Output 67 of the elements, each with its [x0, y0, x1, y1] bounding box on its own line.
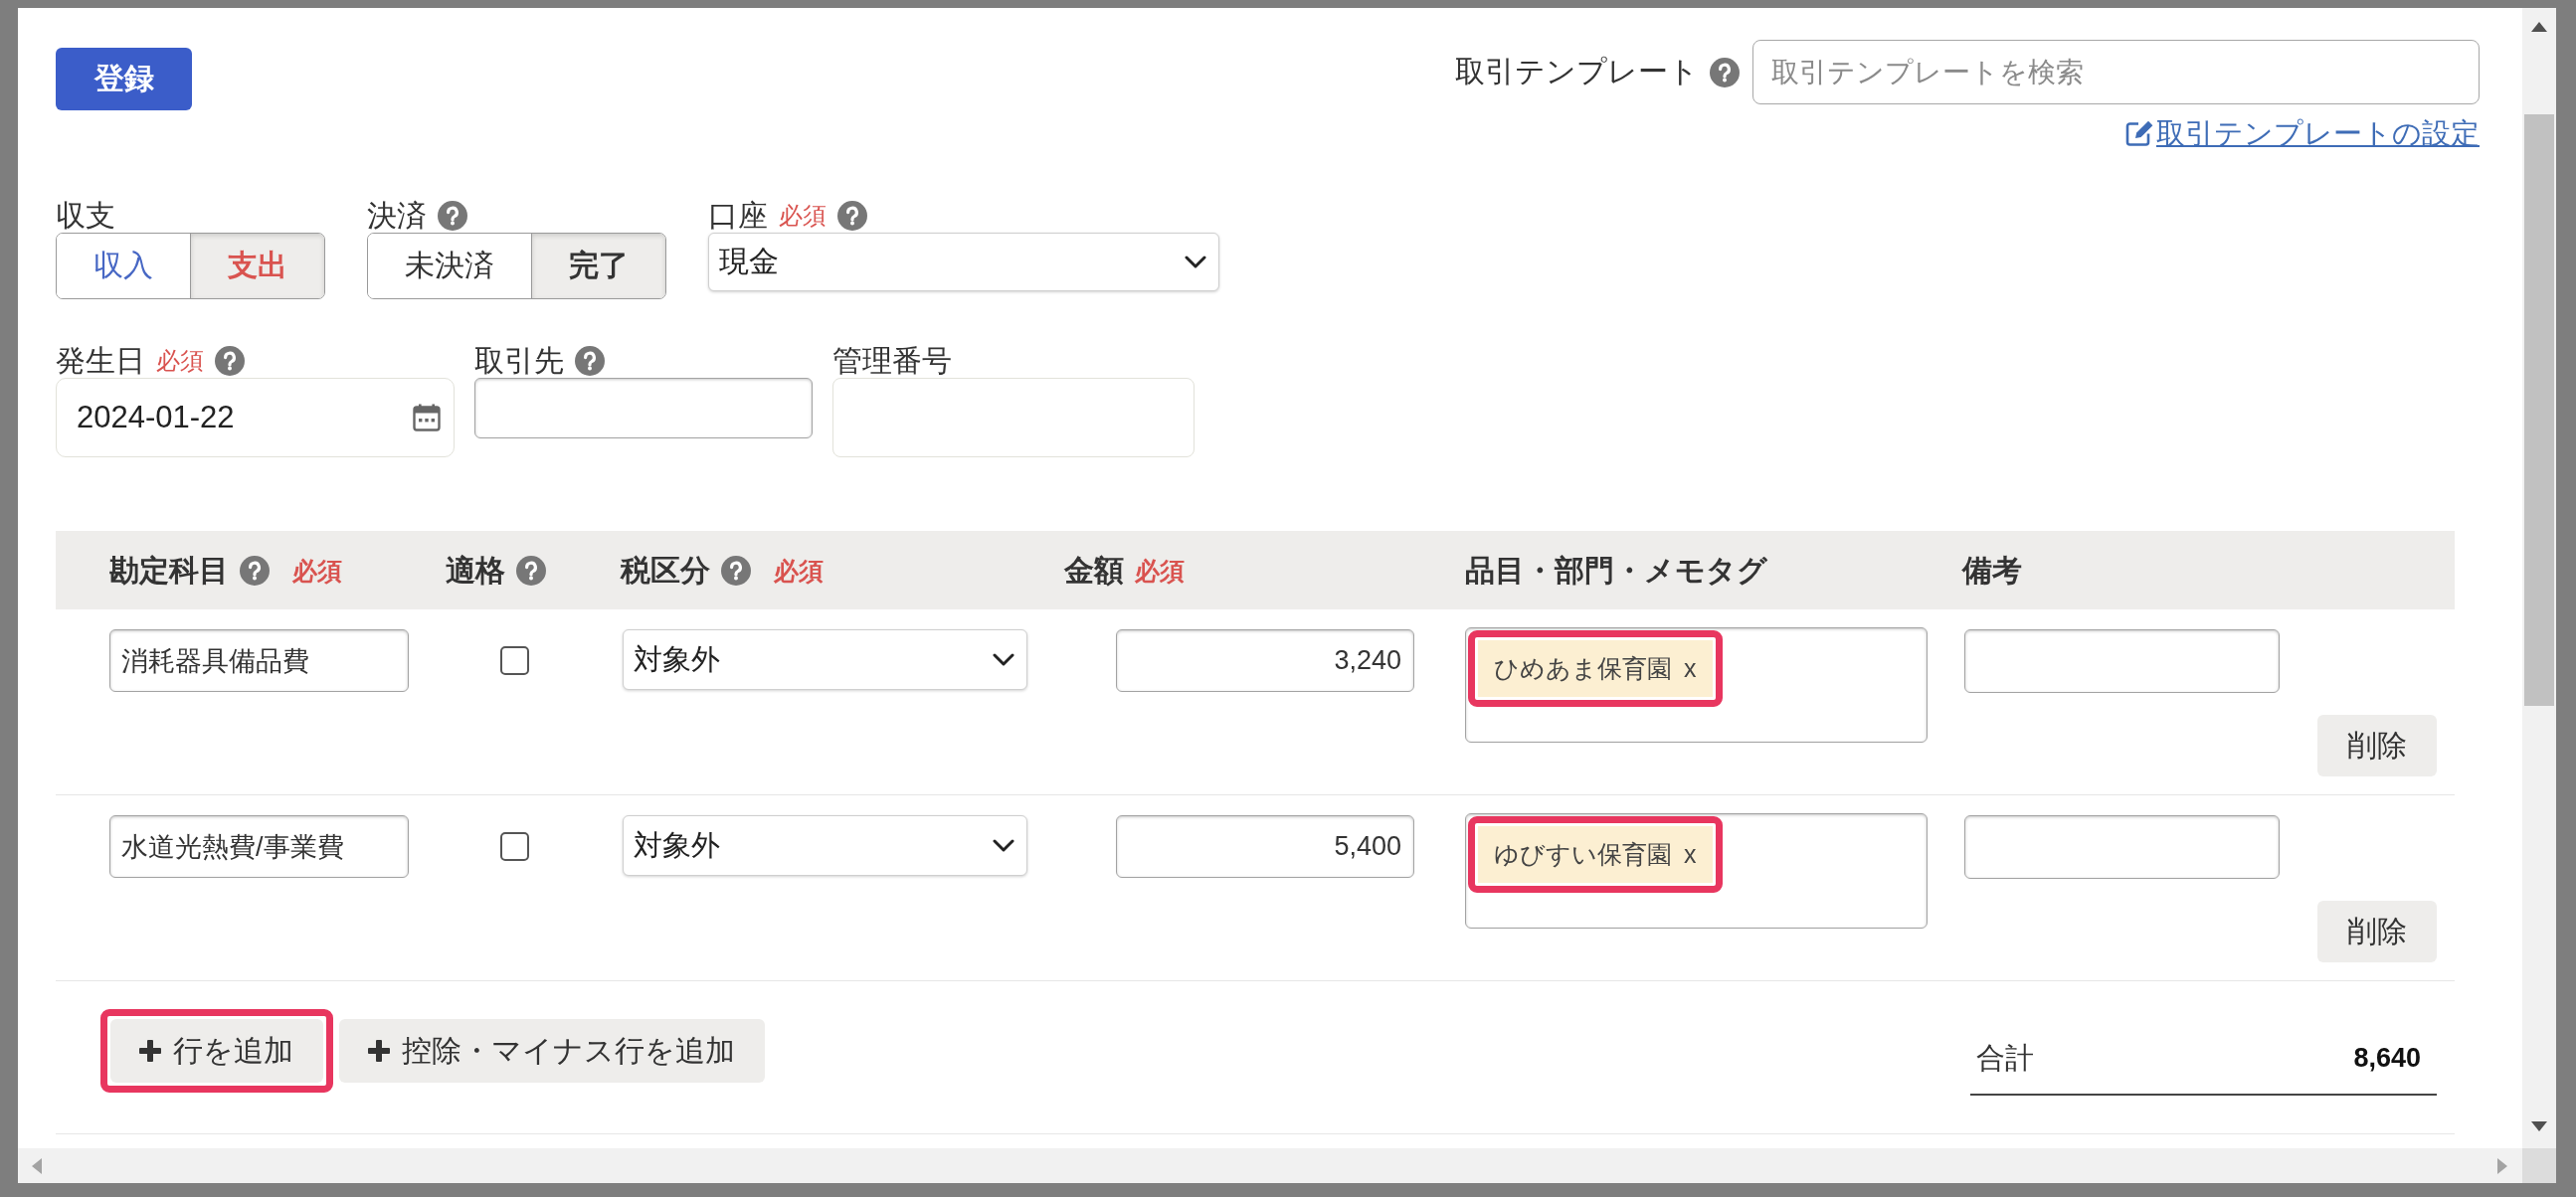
- help-icon[interactable]: [240, 555, 270, 586]
- help-icon[interactable]: [516, 555, 546, 586]
- help-icon[interactable]: [215, 346, 245, 376]
- template-settings-link[interactable]: 取引テンプレートの設定: [2124, 116, 2480, 150]
- help-icon[interactable]: [575, 346, 605, 376]
- date-field[interactable]: 2024-01-22: [56, 378, 455, 457]
- amount-field[interactable]: 5,400: [1116, 815, 1414, 878]
- total-value: 8,640: [2353, 1043, 2421, 1074]
- tag-remove-button[interactable]: x: [1684, 840, 1697, 869]
- required-label: 必須: [292, 555, 342, 586]
- account-select[interactable]: 現金: [708, 233, 1219, 291]
- register-button[interactable]: 登録: [56, 48, 192, 110]
- required-label: 必須: [774, 555, 824, 586]
- plus-icon: [139, 1040, 161, 1062]
- column-header: 金額: [1064, 553, 1124, 588]
- account-field[interactable]: 水道光熱費/事業費: [109, 815, 409, 878]
- scrollbar-corner: [2522, 1148, 2556, 1183]
- note-field[interactable]: [1964, 629, 2280, 693]
- template-search-field[interactable]: 取引テンプレートを検索: [1752, 40, 2480, 104]
- scroll-down-icon[interactable]: [2531, 1121, 2547, 1131]
- help-icon[interactable]: [837, 201, 867, 231]
- delete-button[interactable]: 削除: [2317, 715, 2437, 776]
- add-deduction-row-button[interactable]: 控除・マイナス行を追加: [339, 1019, 765, 1083]
- field-label: 収支: [56, 199, 115, 233]
- tag-label: ゆびすい保育園: [1494, 839, 1672, 870]
- column-header: 品目・部門・メモタグ: [1465, 553, 1767, 588]
- tag-remove-button[interactable]: x: [1684, 654, 1697, 683]
- help-icon[interactable]: [721, 555, 751, 586]
- tag-field[interactable]: ゆびすい保育園 x: [1465, 813, 1928, 929]
- help-icon[interactable]: [1710, 57, 1740, 87]
- field-label: 発生日: [56, 344, 145, 378]
- field-label: 決済: [367, 199, 427, 233]
- add-row-button[interactable]: 行を追加: [110, 1019, 323, 1083]
- field-label: 取引先: [474, 344, 564, 378]
- required-label: 必須: [156, 346, 204, 376]
- help-icon[interactable]: [438, 201, 467, 231]
- checkbox[interactable]: [500, 832, 529, 861]
- field-label: 管理番号: [832, 344, 952, 378]
- calendar-icon[interactable]: [413, 404, 441, 431]
- field-label: 取引テンプレート: [1455, 54, 1699, 89]
- required-label: 必須: [779, 201, 827, 231]
- plus-icon: [368, 1040, 390, 1062]
- segment-button[interactable]: 完了: [531, 234, 665, 298]
- checkbox[interactable]: [500, 646, 529, 675]
- tag-field[interactable]: ひめあま保育園 x: [1465, 627, 1928, 743]
- delete-button[interactable]: 削除: [2317, 901, 2437, 962]
- edit-icon: [2124, 119, 2154, 147]
- tax-category-select[interactable]: 対象外: [623, 629, 1027, 690]
- chevron-down-icon: [993, 838, 1014, 853]
- vertical-scrollbar[interactable]: [2522, 8, 2556, 1148]
- chevron-down-icon: [993, 652, 1014, 667]
- note-field[interactable]: [1964, 815, 2280, 879]
- field-label: 口座: [708, 199, 768, 233]
- input-field[interactable]: [474, 378, 813, 438]
- tax-category-select[interactable]: 対象外: [623, 815, 1027, 876]
- column-header: 税区分: [621, 553, 710, 588]
- total-label: 合計: [1976, 1040, 2034, 1076]
- column-header: 勘定科目: [109, 553, 229, 588]
- amount-field[interactable]: 3,240: [1116, 629, 1414, 692]
- scrollbar-thumb[interactable]: [2524, 114, 2554, 706]
- scroll-up-icon[interactable]: [2531, 22, 2547, 32]
- tag-label: ひめあま保育園: [1494, 653, 1672, 684]
- column-header: 適格: [446, 553, 505, 588]
- chevron-down-icon: [1185, 255, 1206, 269]
- account-field[interactable]: 消耗器具備品費: [109, 629, 409, 692]
- required-label: 必須: [1135, 555, 1185, 586]
- column-header: 備考: [1962, 553, 2022, 588]
